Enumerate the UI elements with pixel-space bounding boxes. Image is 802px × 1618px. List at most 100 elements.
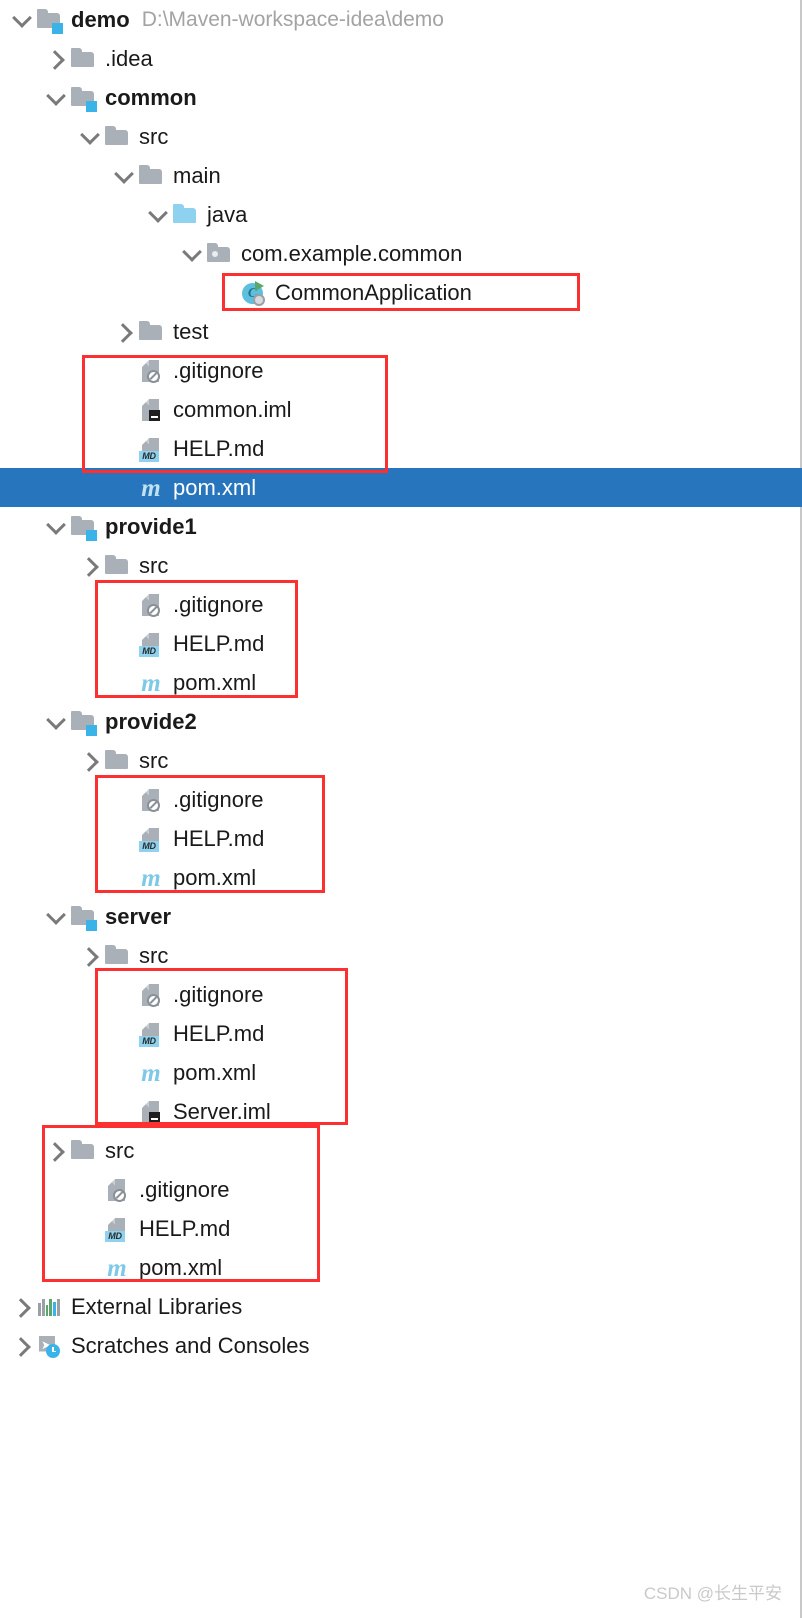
tree-row-label: HELP.md bbox=[173, 826, 265, 851]
chevron-right-icon[interactable] bbox=[44, 1138, 70, 1164]
maven-pom-icon: m bbox=[141, 864, 161, 892]
chevron-right-icon[interactable] bbox=[10, 1333, 36, 1359]
markdown-file-icon: MD bbox=[138, 631, 164, 657]
tree-row-common-src-main-java[interactable]: java bbox=[0, 195, 802, 234]
tree-row-provide2-gitignore[interactable]: .gitignore bbox=[0, 780, 802, 819]
chevron-down-icon[interactable] bbox=[44, 85, 70, 111]
tree-row-root-src[interactable]: src bbox=[0, 1131, 802, 1170]
tree-row-label: src bbox=[105, 1138, 135, 1163]
tree-row-label: test bbox=[173, 319, 209, 344]
tree-row-label: .gitignore bbox=[173, 787, 264, 812]
tree-row-label: pom.xml bbox=[139, 1255, 223, 1280]
tree-row-label: main bbox=[173, 163, 221, 188]
iml-module-file-icon bbox=[138, 1099, 164, 1125]
tree-row-server-help[interactable]: MD HELP.md bbox=[0, 1014, 802, 1053]
package-icon bbox=[206, 241, 232, 267]
tree-row-provide2[interactable]: provide2 bbox=[0, 702, 802, 741]
tree-row-label: HELP.md bbox=[173, 631, 265, 656]
tree-row-label: HELP.md bbox=[173, 1021, 265, 1046]
tree-row-common-src[interactable]: src bbox=[0, 117, 802, 156]
tree-row-label: src bbox=[139, 553, 169, 578]
maven-pom-icon: m bbox=[141, 669, 161, 697]
tree-row-com-example-common[interactable]: com.example.common bbox=[0, 234, 802, 273]
tree-row-external-libraries[interactable]: External Libraries bbox=[0, 1287, 802, 1326]
tree-row-label: provide2 bbox=[105, 709, 197, 734]
tree-row-label: demo bbox=[71, 7, 130, 32]
folder-icon bbox=[104, 943, 130, 969]
tree-row-server[interactable]: server bbox=[0, 897, 802, 936]
tree-row-scratches-and-consoles[interactable]: ➤ Scratches and Consoles bbox=[0, 1326, 802, 1365]
chevron-down-icon[interactable] bbox=[44, 709, 70, 735]
gitignore-file-icon bbox=[138, 358, 164, 384]
tree-row-label: com.example.common bbox=[241, 241, 463, 266]
chevron-right-icon[interactable] bbox=[10, 1294, 36, 1320]
tree-row-idea[interactable]: .idea bbox=[0, 39, 802, 78]
tree-row-server-gitignore[interactable]: .gitignore bbox=[0, 975, 802, 1014]
chevron-right-icon[interactable] bbox=[44, 46, 70, 72]
tree-row-common-src-main[interactable]: main bbox=[0, 156, 802, 195]
tree-row-common-iml[interactable]: common.iml bbox=[0, 390, 802, 429]
module-folder-icon bbox=[70, 709, 97, 736]
tree-row-label: pom.xml bbox=[173, 475, 257, 500]
tree-row-root-pom[interactable]: m pom.xml bbox=[0, 1248, 802, 1287]
chevron-right-icon[interactable] bbox=[78, 748, 104, 774]
tree-row-label: .gitignore bbox=[173, 592, 264, 617]
tree-row-provide2-src[interactable]: src bbox=[0, 741, 802, 780]
tree-row-label: pom.xml bbox=[173, 1060, 257, 1085]
tree-row-common-gitignore[interactable]: .gitignore bbox=[0, 351, 802, 390]
chevron-down-icon[interactable] bbox=[44, 904, 70, 930]
tree-row-root-help[interactable]: MD HELP.md bbox=[0, 1209, 802, 1248]
tree-row-label: src bbox=[139, 943, 169, 968]
chevron-down-icon[interactable] bbox=[78, 124, 104, 150]
gitignore-file-icon bbox=[138, 787, 164, 813]
tree-row-common-test[interactable]: test bbox=[0, 312, 802, 351]
tree-row-provide1-pom[interactable]: m pom.xml bbox=[0, 663, 802, 702]
tree-row-common-help[interactable]: MD HELP.md bbox=[0, 429, 802, 468]
project-tool-window: demo D:\Maven-workspace-idea\demo .idea com… bbox=[0, 0, 802, 1618]
chevron-down-icon[interactable] bbox=[180, 241, 206, 267]
scratches-icon: ➤ bbox=[36, 1333, 62, 1359]
tree-row-CommonApplication[interactable]: C CommonApplication bbox=[0, 273, 802, 312]
chevron-down-icon[interactable] bbox=[10, 7, 36, 33]
project-path: D:\Maven-workspace-idea\demo bbox=[141, 7, 444, 31]
chevron-down-icon[interactable] bbox=[112, 163, 138, 189]
folder-icon bbox=[104, 553, 130, 579]
chevron-right-icon[interactable] bbox=[78, 943, 104, 969]
tree-row-label: .gitignore bbox=[173, 358, 264, 383]
chevron-right-icon[interactable] bbox=[78, 553, 104, 579]
tree-row-server-src[interactable]: src bbox=[0, 936, 802, 975]
tree-row-provide1-src[interactable]: src bbox=[0, 546, 802, 585]
tree-row-provide2-help[interactable]: MD HELP.md bbox=[0, 819, 802, 858]
tree-row-label: .gitignore bbox=[139, 1177, 230, 1202]
chevron-right-icon[interactable] bbox=[112, 319, 138, 345]
tree-row-provide1-gitignore[interactable]: .gitignore bbox=[0, 585, 802, 624]
tree-row-label: External Libraries bbox=[71, 1294, 243, 1319]
tree-row-label: HELP.md bbox=[139, 1216, 231, 1241]
maven-pom-icon: m bbox=[107, 1254, 127, 1282]
spring-boot-class-icon: C bbox=[240, 280, 266, 306]
tree-row-label: java bbox=[207, 202, 248, 227]
tree-row-label: .gitignore bbox=[173, 982, 264, 1007]
tree-row-label: provide1 bbox=[105, 514, 197, 539]
markdown-file-icon: MD bbox=[138, 826, 164, 852]
tree-row-provide1-help[interactable]: MD HELP.md bbox=[0, 624, 802, 663]
tree-row-server-iml[interactable]: Server.iml bbox=[0, 1092, 802, 1131]
markdown-file-icon: MD bbox=[138, 436, 164, 462]
module-folder-icon bbox=[70, 904, 97, 931]
chevron-down-icon[interactable] bbox=[146, 202, 172, 228]
tree-row-common[interactable]: common bbox=[0, 78, 802, 117]
tree-row-root-gitignore[interactable]: .gitignore bbox=[0, 1170, 802, 1209]
gitignore-file-icon bbox=[104, 1177, 130, 1203]
tree-row-server-pom[interactable]: m pom.xml bbox=[0, 1053, 802, 1092]
tree-row-demo[interactable]: demo D:\Maven-workspace-idea\demo bbox=[0, 0, 802, 39]
maven-pom-icon: m bbox=[141, 474, 161, 502]
tree-row-label: src bbox=[139, 748, 169, 773]
tree-row-provide1[interactable]: provide1 bbox=[0, 507, 802, 546]
tree-row-provide2-pom[interactable]: m pom.xml bbox=[0, 858, 802, 897]
chevron-down-icon[interactable] bbox=[44, 514, 70, 540]
tree-row-common-pom[interactable]: m pom.xml bbox=[0, 468, 802, 507]
tree-row-label: HELP.md bbox=[173, 436, 265, 461]
tree-row-label: CommonApplication bbox=[275, 280, 472, 305]
folder-icon bbox=[70, 46, 96, 72]
external-libraries-icon bbox=[36, 1294, 62, 1320]
